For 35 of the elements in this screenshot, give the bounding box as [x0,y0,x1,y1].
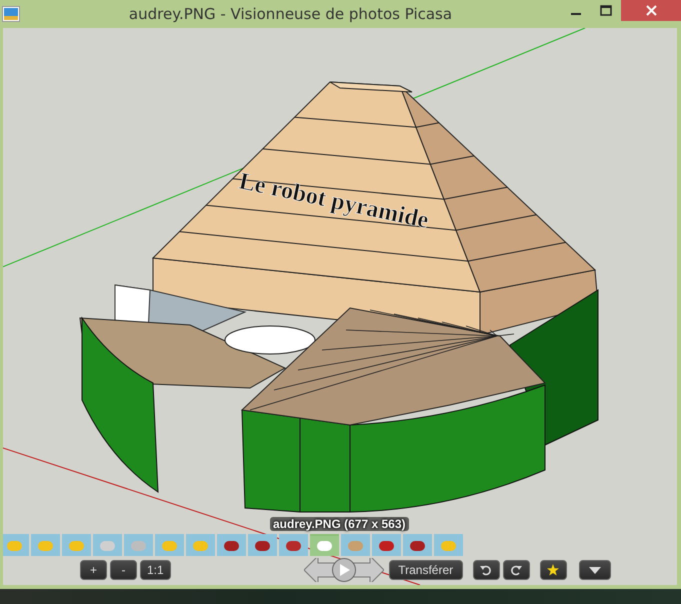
star-icon [547,564,560,576]
transfer-button[interactable]: Transférer [388,560,463,580]
app-icon [2,6,20,22]
thumbnail[interactable] [403,534,432,556]
image-caption: audrey.PNG (677 x 563) [270,517,409,531]
thumbnail[interactable] [372,534,401,556]
rotate-right-button[interactable] [502,560,530,580]
close-icon [646,5,656,16]
thumbnail[interactable] [62,534,91,556]
thumbnail[interactable] [434,534,463,556]
thumbnail[interactable] [3,534,29,556]
rotate-left-button[interactable] [472,560,500,580]
dropdown-button[interactable] [578,560,611,580]
thumbnail[interactable] [31,534,60,556]
navigation-control[interactable] [304,558,384,582]
thumbnail[interactable] [248,534,277,556]
caret-icon [588,566,601,574]
thumbnail[interactable] [93,534,122,556]
zoom-button[interactable]: + [80,560,107,580]
thumbnail[interactable] [217,534,246,556]
zoom-button[interactable]: 1:1 [140,560,171,580]
rotate-left-icon [480,564,492,576]
rotate-right-icon [510,564,522,576]
thumbnail[interactable] [186,534,215,556]
thumbnail[interactable] [341,534,370,556]
zoom-button[interactable]: - [110,560,137,580]
close-button[interactable] [621,0,681,21]
thumbnail[interactable] [124,534,153,556]
star-button[interactable] [540,560,567,580]
thumbnail[interactable] [155,534,184,556]
window-title: audrey.PNG - Visionneuse de photos Picasa [128,5,454,23]
thumbnail[interactable] [310,534,339,556]
thumbnail[interactable] [279,534,308,556]
minimize-icon [571,12,581,14]
maximize-icon [600,5,612,16]
